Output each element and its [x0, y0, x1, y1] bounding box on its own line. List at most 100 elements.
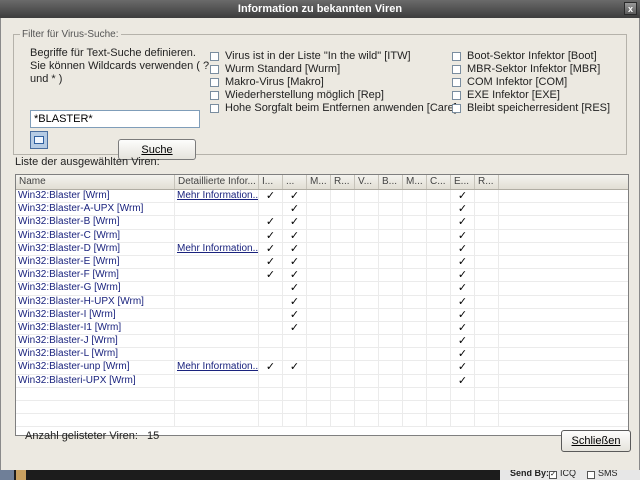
window-close-button[interactable]: x: [624, 2, 637, 15]
flag-cell: [403, 229, 427, 242]
filter-option[interactable]: Bleibt speicherresident [RES]: [452, 102, 610, 114]
column-header[interactable]: V...: [355, 175, 379, 189]
more-info-link: [175, 348, 259, 361]
column-header[interactable]: ...: [283, 175, 307, 189]
flag-cell: [475, 203, 499, 216]
table-row[interactable]: Win32:Blaster-J [Wrm] ✓: [16, 335, 628, 349]
column-header[interactable]: B...: [379, 175, 403, 189]
table-row[interactable]: Win32:Blaster-D [Wrm] Mehr Information...…: [16, 242, 628, 256]
flag-cell: ✓: [259, 229, 283, 242]
column-header[interactable]: R...: [475, 175, 499, 189]
filter-option[interactable]: COM Infektor [COM]: [452, 76, 567, 88]
filter-option-label: Bleibt speicherresident [RES]: [467, 102, 611, 114]
table-row[interactable]: Win32:Blaster-B [Wrm] ✓ ✓ ✓: [16, 216, 628, 230]
virus-name: Win32:Blaster-H-UPX [Wrm]: [16, 295, 175, 308]
flag-cell: [427, 190, 451, 203]
filter-option[interactable]: MBR-Sektor Infektor [MBR]: [452, 63, 600, 75]
flag-cell: [403, 295, 427, 308]
more-info-link: [175, 308, 259, 321]
flag-cell: [331, 203, 355, 216]
filter-option-checkbox[interactable]: [452, 90, 461, 100]
column-header[interactable]: Detaillierte Infor...: [175, 175, 259, 189]
table-row[interactable]: Win32:Blasteri-UPX [Wrm] ✓: [16, 374, 628, 388]
filter-option-checkbox[interactable]: [452, 103, 461, 113]
filter-option[interactable]: Wurm Standard [Wurm]: [210, 63, 340, 75]
filter-option[interactable]: Virus ist in der Liste "In the wild" [IT…: [210, 50, 411, 62]
table-row[interactable]: Win32:Blaster-C [Wrm] ✓ ✓ ✓: [16, 229, 628, 243]
empty-cell: [175, 414, 259, 427]
flag-cell: [475, 374, 499, 387]
flag-cell: [475, 361, 499, 374]
sms-checkbox[interactable]: [587, 471, 595, 479]
more-info-link[interactable]: Mehr Information...: [175, 361, 259, 374]
flag-cell: [259, 348, 283, 361]
virus-name: Win32:Blasteri-UPX [Wrm]: [16, 374, 175, 387]
table-row[interactable]: Win32:Blaster-unp [Wrm] Mehr Information.…: [16, 361, 628, 375]
table-row[interactable]: Win32:Blaster-H-UPX [Wrm] ✓ ✓: [16, 295, 628, 309]
column-header[interactable]: Name: [16, 175, 175, 189]
filter-option[interactable]: Boot-Sektor Infektor [Boot]: [452, 50, 597, 62]
filter-option[interactable]: Makro-Virus [Makro]: [210, 76, 324, 88]
filter-option-checkbox[interactable]: [452, 64, 461, 74]
flag-cell: ✓: [451, 361, 475, 374]
virus-list[interactable]: Name Detaillierte Infor... I...... M... R...…: [15, 174, 629, 436]
more-info-link: [175, 282, 259, 295]
table-row[interactable]: Win32:Blaster-I [Wrm] ✓ ✓: [16, 308, 628, 322]
filter-option-label: Virus ist in der Liste "In the wild" [IT…: [225, 50, 411, 62]
title-bar: Information zu bekannten Viren x: [0, 0, 640, 18]
column-header[interactable]: R...: [331, 175, 355, 189]
flag-cell: ✓: [283, 295, 307, 308]
empty-cell: [16, 387, 175, 400]
icq-checkbox[interactable]: ✓: [549, 471, 557, 479]
empty-cell: [307, 401, 331, 414]
filter-option-checkbox[interactable]: [452, 51, 461, 61]
table-row[interactable]: Win32:Blaster [Wrm] Mehr Information... ✓ ✓…: [16, 190, 628, 204]
filter-option-label: Wurm Standard [Wurm]: [225, 63, 341, 75]
column-header[interactable]: M...: [307, 175, 331, 189]
more-info-link[interactable]: Mehr Information...: [175, 242, 259, 255]
filter-option-checkbox[interactable]: [210, 103, 219, 113]
flag-cell: ✓: [283, 361, 307, 374]
more-info-link: [175, 374, 259, 387]
column-header[interactable]: E...: [451, 175, 475, 189]
flag-cell: [355, 348, 379, 361]
flag-cell: ✓: [259, 269, 283, 282]
filter-option[interactable]: Hohe Sorgfalt beim Entfernen anwenden [C…: [210, 102, 457, 114]
flag-cell: [427, 295, 451, 308]
table-row[interactable]: Win32:Blaster-A-UPX [Wrm] ✓ ✓: [16, 203, 628, 217]
empty-cell: [427, 414, 451, 427]
virus-count-label: Anzahl gelisteter Viren:: [25, 430, 138, 442]
search-input[interactable]: [30, 110, 200, 128]
table-row[interactable]: Win32:Blaster-F [Wrm] ✓ ✓ ✓: [16, 269, 628, 283]
table-row[interactable]: Win32:Blaster-I1 [Wrm] ✓ ✓: [16, 321, 628, 336]
search-history-icon[interactable]: [30, 131, 48, 149]
flag-cell: [427, 282, 451, 295]
filter-option[interactable]: EXE Infektor [EXE]: [452, 89, 560, 101]
flag-cell: ✓: [283, 216, 307, 229]
flag-cell: ✓: [451, 203, 475, 216]
flag-cell: [331, 229, 355, 242]
filter-option-checkbox[interactable]: [210, 90, 219, 100]
column-header[interactable]: M...: [403, 175, 427, 189]
filter-option-checkbox[interactable]: [210, 51, 219, 61]
column-header[interactable]: C...: [427, 175, 451, 189]
filter-option-checkbox[interactable]: [452, 77, 461, 87]
flag-cell: [331, 335, 355, 348]
flag-cell: [403, 255, 427, 269]
table-row[interactable]: Win32:Blaster-G [Wrm] ✓ ✓: [16, 282, 628, 296]
table-row[interactable]: Win32:Blaster-E [Wrm] ✓ ✓ ✓: [16, 255, 628, 270]
empty-cell: [307, 387, 331, 400]
virus-name: Win32:Blaster [Wrm]: [16, 190, 175, 203]
table-row[interactable]: Win32:Blaster-L [Wrm] ✓: [16, 348, 628, 362]
close-button[interactable]: Schließen: [561, 430, 631, 452]
taskbar-app-icon-2[interactable]: [16, 470, 26, 480]
column-header[interactable]: I...: [259, 175, 283, 189]
filter-option-checkbox[interactable]: [210, 77, 219, 87]
filter-option[interactable]: Wiederherstellung möglich [Rep]: [210, 89, 384, 101]
filter-option-checkbox[interactable]: [210, 64, 219, 74]
filter-option-label: COM Infektor [COM]: [467, 76, 568, 88]
taskbar-app-icon[interactable]: [0, 470, 14, 480]
flag-cell: ✓: [451, 269, 475, 282]
more-info-link[interactable]: Mehr Information...: [175, 190, 259, 203]
virus-name: Win32:Blaster-G [Wrm]: [16, 282, 175, 295]
